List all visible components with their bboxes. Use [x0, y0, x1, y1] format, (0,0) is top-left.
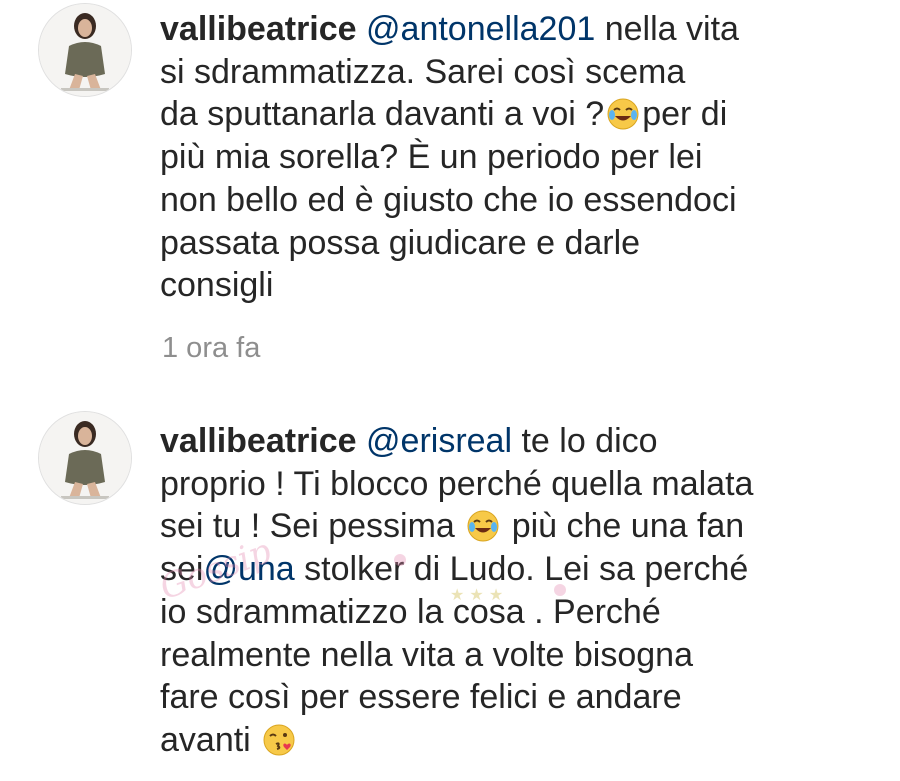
comment-timestamp: 1 ora fa: [162, 332, 261, 364]
tears-of-joy-emoji-icon: [606, 97, 640, 131]
kiss-emoji-icon: [262, 723, 296, 757]
username[interactable]: vallibeatrice: [160, 422, 357, 460]
username[interactable]: vallibeatrice: [160, 10, 357, 48]
avatar[interactable]: [38, 411, 132, 505]
mention-link[interactable]: @una: [203, 550, 294, 588]
mention-link[interactable]: @antonella201: [366, 10, 595, 48]
mention-link[interactable]: @erisreal: [366, 422, 512, 460]
comment-text: vallibeatrice @erisreal te lo dico propr…: [160, 422, 754, 759]
comment-text: vallibeatrice @antonella201 nella vita s…: [160, 10, 739, 305]
avatar[interactable]: [38, 3, 132, 97]
tears-of-joy-emoji-icon: [466, 509, 500, 543]
